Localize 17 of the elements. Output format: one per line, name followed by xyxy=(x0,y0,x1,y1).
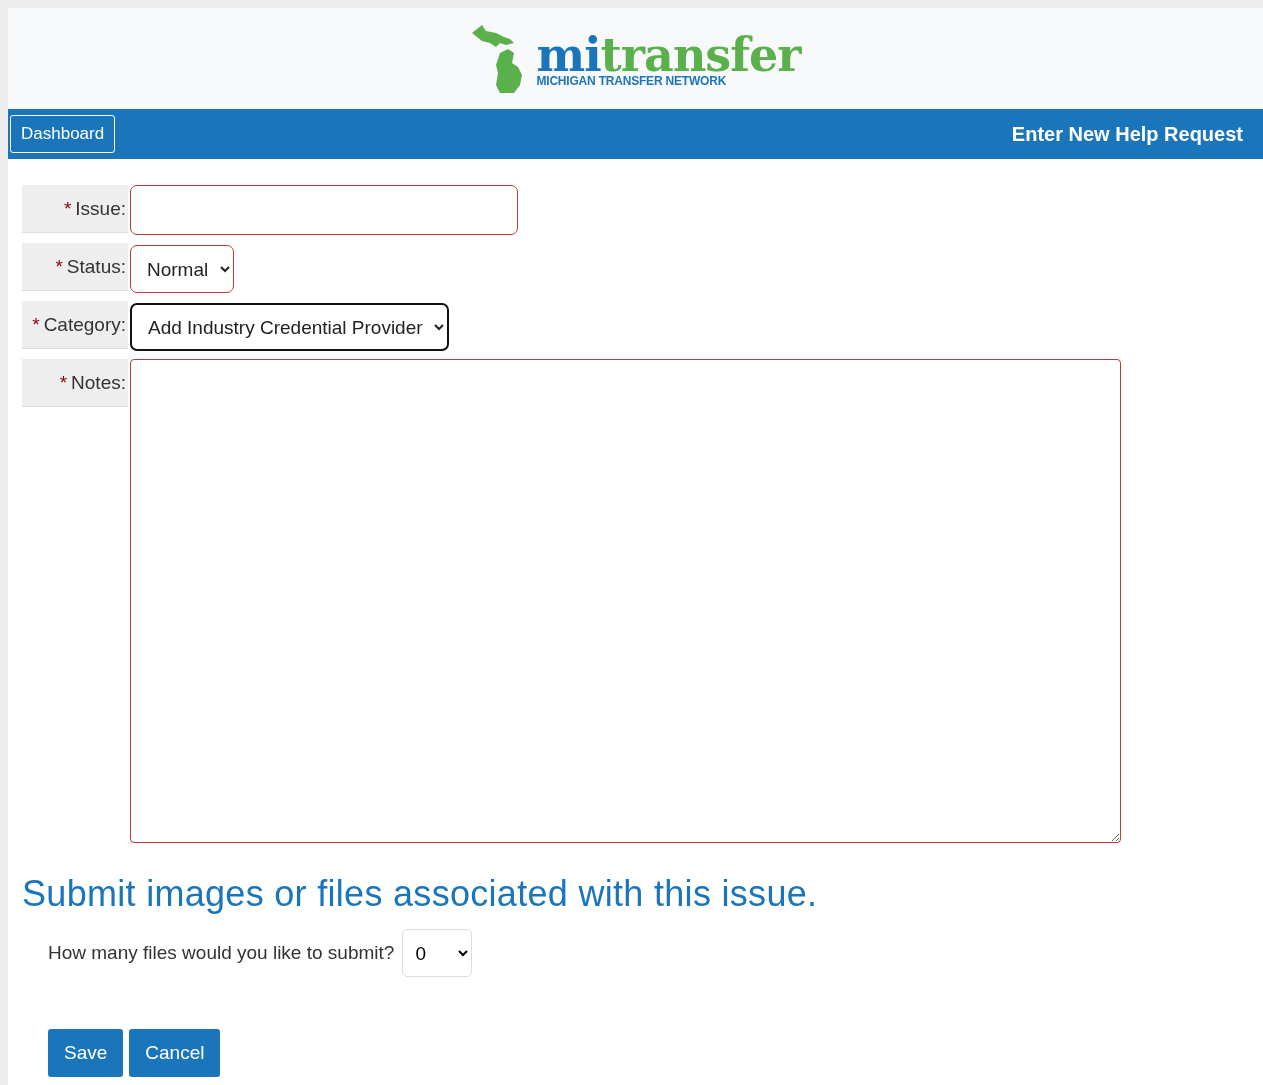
field-label: * Category: xyxy=(22,301,128,349)
page-title: Enter New Help Request xyxy=(1011,122,1243,146)
logo-wordmark: mitransfer xyxy=(536,34,801,75)
notes-field[interactable] xyxy=(130,359,1121,843)
dashboard-button[interactable]: Dashboard xyxy=(10,115,116,153)
logo-tagline: MICHIGAN TRANSFER NETWORK xyxy=(536,74,727,87)
field-label: * Issue: xyxy=(22,185,128,233)
file-count-dropdown[interactable]: 0 xyxy=(402,929,473,977)
dropdown[interactable]: Normal xyxy=(130,245,234,293)
file-count-question: How many files would you like to submit? xyxy=(48,942,395,964)
field-label: * Status: xyxy=(22,243,128,291)
issue-field[interactable] xyxy=(130,185,518,235)
save-button[interactable]: Save xyxy=(48,1029,124,1077)
section-heading: Submit images or files associated with this issue. xyxy=(22,873,819,915)
cancel-button[interactable]: Cancel xyxy=(129,1029,221,1077)
dropdown[interactable]: Add Industry Credential Provider xyxy=(130,303,449,351)
field-label: * Notes: xyxy=(22,359,128,407)
